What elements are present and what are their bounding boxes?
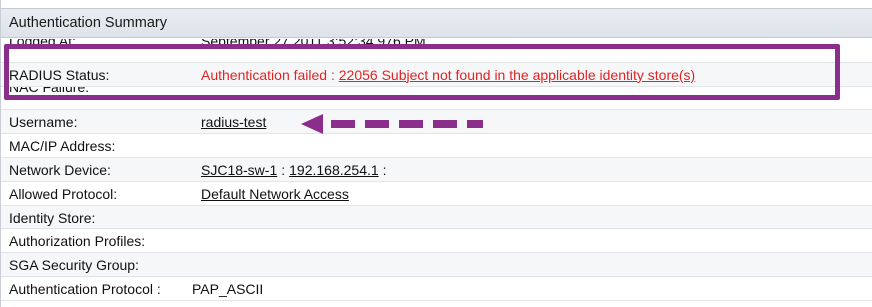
- radius-status-value: Authentication failed : 22056 Subject no…: [201, 66, 695, 84]
- network-device-ip-link[interactable]: 192.168.254.1: [289, 162, 379, 178]
- username-label: Username:: [9, 114, 78, 131]
- panel-header: Authentication Summary: [1, 8, 872, 38]
- logged-at-label: Logged At:: [9, 39, 76, 49]
- failure-reason-link[interactable]: 22056 Subject not found in the applicabl…: [339, 67, 695, 83]
- sga-security-group-label: SGA Security Group:: [9, 257, 139, 274]
- authentication-protocol-value: PAP_ASCII: [192, 280, 264, 297]
- row-mac-ip: MAC/IP Address:: [1, 134, 872, 158]
- row-authentication-protocol: Authentication Protocol : PAP_ASCII: [1, 277, 872, 301]
- row-sga-security-group: SGA Security Group:: [1, 253, 872, 277]
- row-allowed-protocol: Allowed Protocol: Default Network Access: [1, 182, 872, 206]
- network-device-trailing: :: [382, 161, 387, 178]
- allowed-protocol-value: Default Network Access: [201, 185, 349, 203]
- network-device-value: SJC18-sw-1:192.168.254.1:: [201, 161, 391, 179]
- row-nac-failure: NAC Failure:: [1, 87, 872, 111]
- allowed-protocol-link[interactable]: Default Network Access: [201, 186, 349, 202]
- row-authorization-profiles: Authorization Profiles:: [1, 229, 872, 254]
- row-identity-store: Identity Store:: [1, 205, 872, 230]
- network-device-name-link[interactable]: SJC18-sw-1: [201, 162, 277, 178]
- radius-status-label: RADIUS Status:: [9, 66, 110, 83]
- authorization-profiles-label: Authorization Profiles:: [9, 233, 146, 250]
- row-network-device: Network Device: SJC18-sw-1:192.168.254.1…: [1, 157, 872, 182]
- mac-ip-label: MAC/IP Address:: [9, 138, 116, 155]
- radius-status-text: Authentication failed :: [201, 66, 335, 83]
- username-value: radius-test: [201, 113, 266, 131]
- row-logged-at: Logged At: September 27,2011 3:52:34.976…: [1, 39, 872, 63]
- row-radius-status: RADIUS Status: Authentication failed : 2…: [1, 62, 872, 87]
- network-device-label: Network Device:: [9, 161, 111, 178]
- summary-table: Logged At: September 27,2011 3:52:34.976…: [1, 39, 872, 301]
- allowed-protocol-label: Allowed Protocol:: [9, 185, 118, 202]
- username-link[interactable]: radius-test: [201, 114, 266, 130]
- logged-at-value: September 27,2011 3:52:34.976 PM: [201, 39, 426, 49]
- nac-failure-label: NAC Failure:: [9, 86, 90, 95]
- authentication-protocol-label: Authentication Protocol :: [9, 280, 161, 297]
- authentication-summary-panel: Authentication Summary Logged At: Septem…: [0, 0, 872, 307]
- row-username: Username: radius-test: [1, 110, 872, 135]
- identity-store-label: Identity Store:: [9, 209, 96, 226]
- network-device-separator: :: [281, 161, 286, 178]
